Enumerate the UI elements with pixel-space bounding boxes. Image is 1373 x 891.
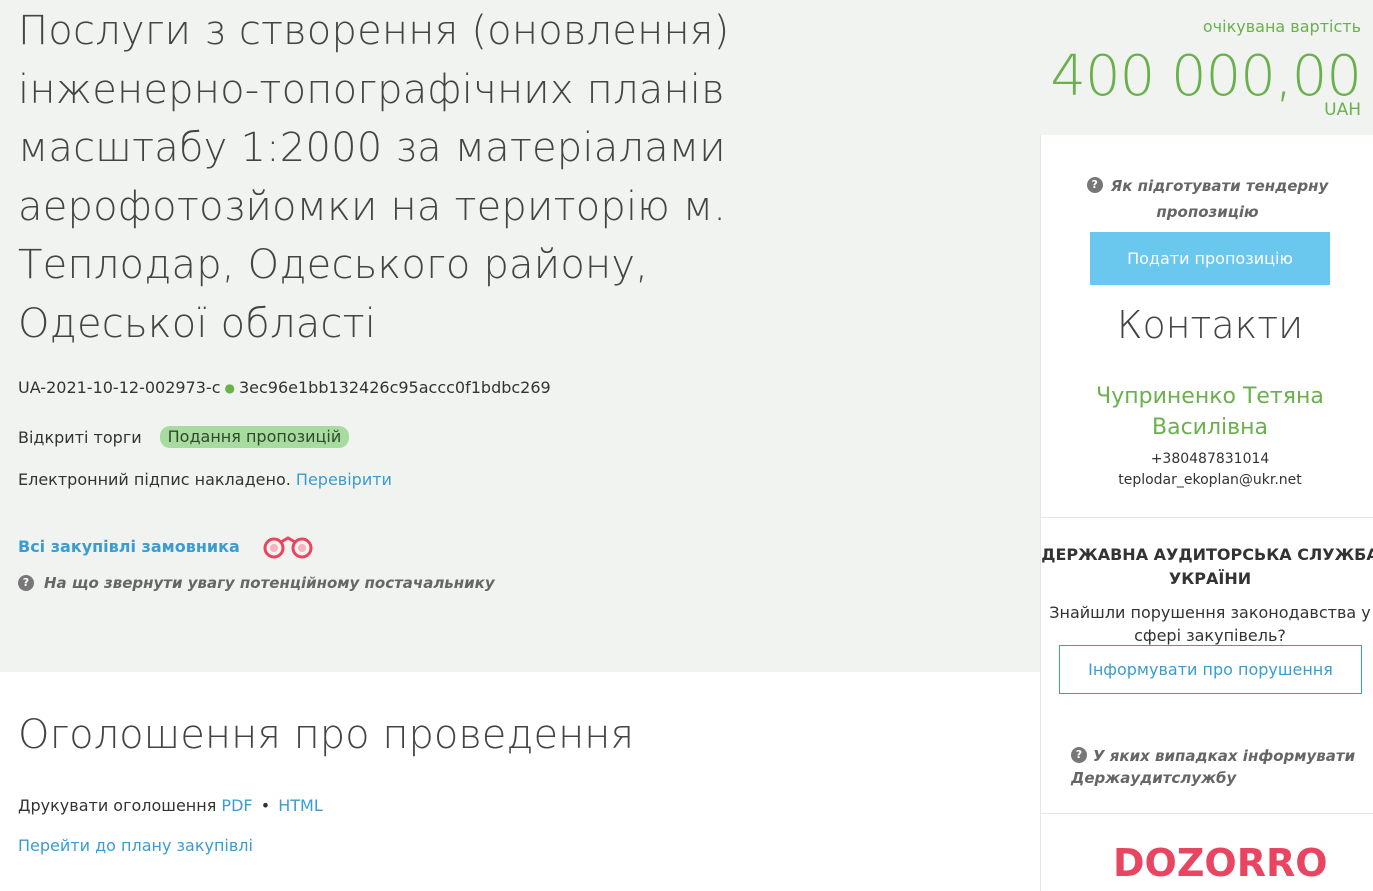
binoculars-icon[interactable] — [262, 532, 314, 560]
contact-name: Чуприненко Тетяна Василівна — [1096, 384, 1324, 440]
sidebar: ? Як підготувати тендерну пропозицію Пода… — [1040, 135, 1373, 891]
tender-hash: 3ec96e1bb132426c95accc0f1bdbc269 — [238, 378, 551, 397]
announcement-heading: Оголошення про проведення — [18, 712, 635, 758]
dozorro-logo[interactable]: DOZORRO — [1113, 841, 1328, 885]
tender-identifiers: UA-2021-10-12-002973-c ● 3ec96e1bb132426c9… — [18, 378, 551, 397]
print-label: Друкувати оголошення — [18, 796, 217, 815]
attention-text: На що звернути увагу потенційному постач… — [44, 574, 495, 592]
dot-separator-icon: ● — [224, 381, 235, 395]
price-currency: UAH — [1324, 100, 1361, 120]
audit-service-heading: ДЕРЖАВНА АУДИТОРСЬКА СЛУЖБА УКРАЇНИ — [1041, 545, 1373, 588]
question-icon: ? — [1086, 176, 1103, 193]
signature-row: Електронний підпис накладено. Перевірити — [18, 470, 392, 489]
when-to-report-text: У яких випадках інформувати Держаудитслу… — [1071, 747, 1356, 787]
procurement-plan-link[interactable]: Перейти до плану закупівлі — [18, 836, 253, 855]
attention-hint[interactable]: ? На що звернути увагу потенційному пост… — [18, 574, 495, 592]
all-buyer-procurements-link[interactable]: Всі закупівлі замовника — [18, 537, 240, 556]
report-violation-button[interactable]: Інформувати про порушення — [1059, 645, 1362, 694]
divider — [1041, 813, 1373, 814]
signature-text: Електронний підпис накладено. — [18, 470, 291, 489]
print-announcement-row: Друкувати оголошення PDF • HTML — [18, 796, 323, 815]
status-badge: Подання пропозицій — [159, 426, 350, 448]
contacts-heading: Контакти — [1116, 303, 1304, 347]
question-icon: ? — [18, 575, 34, 591]
procedure-type: Відкриті торги — [18, 427, 142, 447]
audit-question: Знайшли порушення законодавства у сфері … — [1049, 603, 1371, 645]
print-html-link[interactable]: HTML — [278, 796, 323, 815]
all-buyer-procurements: Всі закупівлі замовника — [18, 532, 314, 560]
procedure-row: Відкриті торги Подання пропозицій — [18, 426, 350, 448]
submit-proposal-button[interactable]: Подати пропозицію — [1090, 232, 1330, 285]
tender-title: Послуги з створення (оновлення) інженерн… — [18, 8, 730, 347]
print-pdf-link[interactable]: PDF — [221, 796, 252, 815]
verify-signature-link[interactable]: Перевірити — [296, 470, 392, 489]
question-icon: ? — [1071, 746, 1087, 763]
tender-id: UA-2021-10-12-002973-c — [18, 378, 221, 397]
how-to-prepare-text: Як підготувати тендерну пропозицію — [1110, 177, 1329, 221]
divider — [1041, 517, 1373, 518]
expected-price-value: 400 000,00 — [1050, 44, 1362, 109]
contact-phone: +380487831014 — [1150, 451, 1270, 467]
bullet-separator: • — [260, 796, 271, 815]
contact-email: teplodar_ekoplan@ukr.net — [1118, 472, 1302, 488]
how-to-prepare-hint[interactable]: ? Як підготувати тендерну пропозицію — [1041, 173, 1373, 225]
when-to-report-hint[interactable]: ? У яких випадках інформувати Держаудитсл… — [1071, 745, 1371, 789]
expected-price-label: очікувана вартість — [1202, 17, 1361, 36]
